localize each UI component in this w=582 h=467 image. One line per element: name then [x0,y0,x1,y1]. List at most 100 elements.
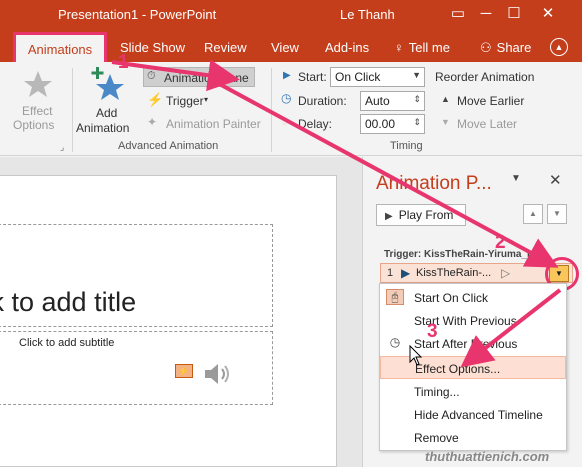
share-label: Share [496,40,532,55]
chevron-down-icon: ▼ [412,70,421,80]
delay-icon: ◔ [281,114,289,128]
timeline-marker-icon: ▷ [501,266,511,280]
move-later-button[interactable]: ▼ Move Later [440,114,540,134]
painter-icon: ✦ [147,115,158,129]
menu-item-remove[interactable]: Remove [380,426,566,449]
person-icon: ⚇ [480,40,492,55]
pane-options-icon[interactable]: ▼ [511,173,521,184]
menu-item-timing[interactable]: Timing... [380,380,566,403]
tab-review[interactable]: Review [204,40,247,55]
delay-stepper[interactable]: 00.00 ⇕ [360,114,425,134]
duration-stepper[interactable]: Auto ⇕ [360,91,425,111]
animation-context-menu: 🖰 Start On Click Start With Previous ◷ S… [379,283,567,451]
spin-icon: ⇕ [413,94,421,104]
move-later-label: Move Later [457,117,518,131]
move-down-button[interactable]: ▼ [547,204,567,224]
menu-item-label: Start On Click [414,291,489,305]
play-media-icon: ▶ [401,266,411,280]
tab-slide-show[interactable]: Slide Show [120,40,185,55]
ribbon-tabs: Animations Slide Show Review View Add-in… [0,30,582,62]
delay-label: Delay: [298,117,333,131]
collapse-ribbon-icon[interactable]: ▲ [550,38,568,56]
star-icon [24,71,52,97]
menu-item-start-after-previous[interactable]: ◷ Start After Previous [380,332,566,355]
menu-item-label: Remove [414,431,459,445]
duration-label: Duration: [298,94,347,108]
menu-item-start-on-click[interactable]: 🖰 Start On Click [380,286,566,309]
share-button[interactable]: ⚇ Share [480,40,531,56]
start-value: On Click [335,70,381,84]
menu-item-effect-options[interactable]: Effect Options... [380,356,566,379]
clock-icon: ◷ [389,335,401,349]
menu-item-start-with-previous[interactable]: Start With Previous [380,309,566,332]
title-placeholder-text: ck to add title [0,287,137,317]
tab-view[interactable]: View [271,40,299,55]
move-earlier-button[interactable]: ▲ Move Earlier [440,91,540,111]
effect-options-button[interactable]: Effect Options [10,68,66,136]
animation-painter-label: Animation Painter [166,117,261,131]
tab-animations[interactable]: Animations [13,32,107,62]
tab-add-ins[interactable]: Add-ins [325,40,369,55]
tell-me-box[interactable]: ♀ Tell me [394,40,450,55]
title-bar: Presentation1 - PowerPoint Le Thanh ▭ ─ … [0,0,582,30]
reorder-animation-label: Reorder Animation [435,70,535,84]
trigger-lightning-icon[interactable]: ⚡ [175,364,193,378]
pane-close-icon[interactable]: ✕ [549,171,562,189]
trigger-label: Trigger [166,94,204,108]
arrow-up-icon: ▲ [441,94,450,104]
start-icon: ▶ [283,70,291,81]
menu-item-label: Timing... [414,385,460,399]
effect-options-label-1: Effect [22,104,53,118]
delay-value: 00.00 [365,117,396,131]
move-earlier-label: Move Earlier [457,94,525,108]
play-from-button[interactable]: ▶ Play From [376,204,466,226]
step-1-badge: 1 [118,52,129,73]
animation-pane-label: Animation Pane [164,71,249,85]
step-3-badge: 3 [427,321,438,342]
step-2-badge: 2 [495,232,506,253]
subtitle-placeholder-text: Click to add subtitle [19,337,115,349]
slide-canvas[interactable]: ck to add title Click to add subtitle ⚡ [0,175,337,467]
mouse-click-icon: 🖰 [386,289,404,305]
user-name[interactable]: Le Thanh [340,7,395,22]
animation-item-name: KissTheRain-... [416,267,492,279]
clock-icon: ◷ [281,91,292,105]
animation-painter-button[interactable]: ✦ Animation Painter [146,114,266,134]
spin-icon: ⇕ [413,117,421,127]
menu-item-hide-advanced-timeline[interactable]: Hide Advanced Timeline [380,403,566,426]
group-label-advanced-animation: Advanced Animation [118,140,219,152]
start-select[interactable]: On Click ▼ [330,67,425,87]
menu-item-label: Effect Options... [415,362,501,376]
subtitle-placeholder[interactable]: Click to add subtitle ⚡ [0,331,273,405]
group-label-timing: Timing [390,140,423,152]
animation-item-number: 1 [387,267,394,279]
start-label: Start: [298,70,327,84]
animation-pane-button[interactable]: ⏱ Animation Pane [143,67,255,87]
lightbulb-icon: ♀ [394,40,404,55]
play-icon: ▶ [385,211,393,222]
pane-title: Animation P... [376,173,492,194]
duration-value: Auto [365,94,390,108]
title-placeholder[interactable]: ck to add title [0,224,273,327]
ribbon-display-options-icon[interactable]: ▭ [446,3,470,25]
effect-options-label-2: Options [13,118,55,132]
dialog-launcher-icon[interactable]: ⌟ [60,142,64,153]
move-up-button[interactable]: ▲ [523,204,543,224]
speaker-icon[interactable] [203,361,233,387]
window-title: Presentation1 - PowerPoint [58,7,217,22]
trigger-button[interactable]: ⚡ Trigger ▾ [146,91,226,111]
minimize-button[interactable]: ─ [474,3,498,25]
chevron-down-icon: ▾ [204,95,209,104]
tell-me-label: Tell me [408,40,450,55]
menu-item-label: Hide Advanced Timeline [414,408,543,422]
arrow-down-icon: ▼ [441,117,450,127]
animation-pane-icon: ⏱ [147,70,156,82]
ribbon: Effect Options Add Animation ⏱ Animation… [0,62,582,156]
restore-button[interactable]: ☐ [502,3,526,25]
close-button[interactable]: ✕ [536,3,560,25]
add-animation-label-1: Add [96,106,118,120]
slide-editor: ck to add title Click to add subtitle ⚡ [0,157,362,467]
watermark: thuthuattienich.com [425,449,550,464]
add-animation-button[interactable]: Add Animation [74,66,140,138]
play-from-label: Play From [398,208,454,222]
